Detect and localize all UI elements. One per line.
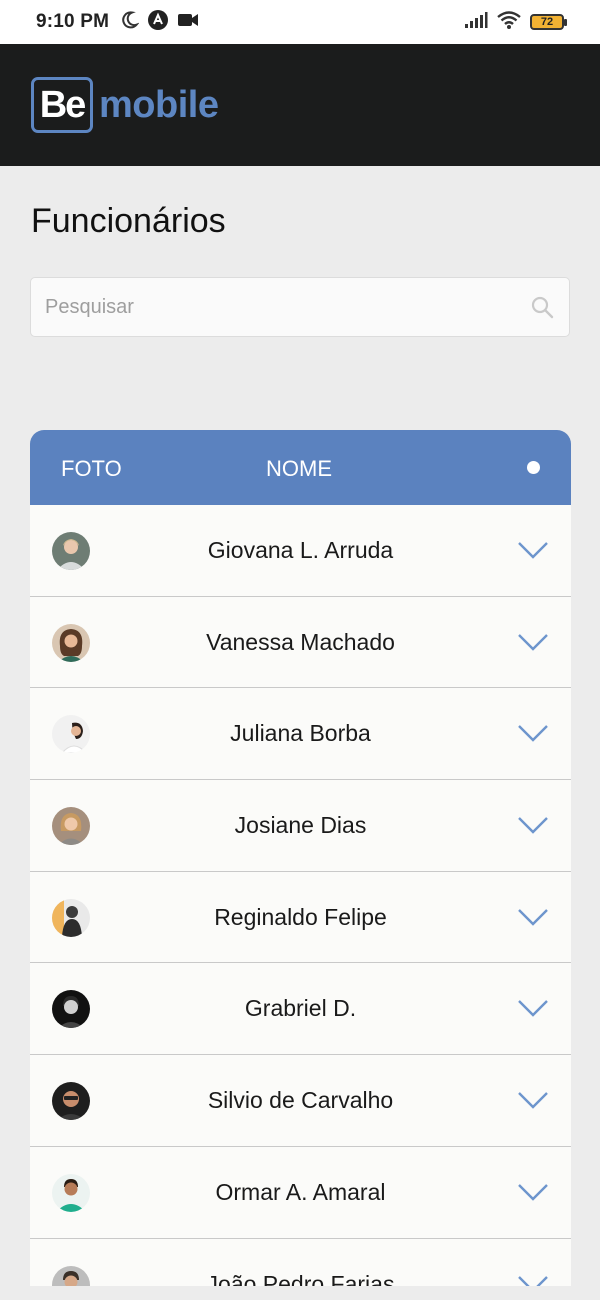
- employee-name: Juliana Borba: [230, 720, 371, 747]
- employees-table: FOTO NOME Giovana L. Arruda Vanessa Mach…: [30, 430, 571, 1286]
- employee-name: Giovana L. Arruda: [207, 537, 394, 563]
- employee-name: Reginaldo Felipe: [214, 903, 387, 930]
- battery-level: 72: [540, 16, 554, 28]
- logo-badge: Be: [31, 77, 93, 133]
- chevron-down-icon[interactable]: [517, 1182, 549, 1202]
- wifi-icon: [496, 10, 522, 35]
- battery-icon: 72: [530, 14, 567, 30]
- avatar: [52, 1173, 90, 1212]
- employee-name: Grabriel D.: [244, 995, 357, 1022]
- status-time: 9:10 PM: [36, 11, 110, 32]
- avatar: [52, 990, 90, 1029]
- chevron-down-icon[interactable]: [517, 723, 549, 743]
- employee-name: Josiane Dias: [234, 812, 367, 839]
- chevron-down-icon[interactable]: [517, 540, 549, 560]
- chevron-down-icon[interactable]: [517, 907, 549, 927]
- column-header-nome: NOME: [266, 456, 332, 481]
- search-box[interactable]: [30, 277, 570, 337]
- avatar: [52, 1265, 90, 1286]
- avatar: [52, 807, 90, 846]
- table-row[interactable]: Josiane Dias: [30, 780, 571, 872]
- column-header-foto: FOTO: [61, 456, 122, 481]
- page-title: Funcionários: [31, 202, 226, 240]
- employee-name: João Pedro Farias: [206, 1270, 395, 1287]
- status-bar: 9:10 PM 72: [0, 0, 600, 44]
- avatar: [52, 1082, 90, 1121]
- table-row[interactable]: Grabriel D.: [30, 963, 571, 1056]
- avatar: [52, 715, 90, 754]
- table-row[interactable]: Reginaldo Felipe: [30, 871, 571, 964]
- app-notification-icon: [147, 9, 169, 36]
- employee-name: Ormar A. Amaral: [215, 1178, 386, 1205]
- search-icon[interactable]: [529, 294, 555, 320]
- employee-name: Silvio de Carvalho: [207, 1087, 394, 1114]
- bemobile-logo: Be mobile: [31, 77, 219, 133]
- logo-word: mobile: [99, 83, 219, 126]
- chevron-down-icon[interactable]: [517, 815, 549, 835]
- moon-icon: [119, 10, 140, 35]
- video-camera-icon: [177, 12, 199, 33]
- table-row[interactable]: Vanessa Machado: [30, 596, 571, 689]
- table-row[interactable]: Silvio de Carvalho: [30, 1055, 571, 1147]
- chevron-down-icon[interactable]: [517, 1090, 549, 1110]
- avatar: [52, 532, 90, 570]
- header-dot-icon: [527, 461, 540, 474]
- avatar: [52, 623, 90, 662]
- table-header: FOTO NOME: [30, 430, 571, 505]
- employee-name: Vanessa Machado: [206, 628, 395, 655]
- table-row[interactable]: João Pedro Farias: [30, 1238, 571, 1287]
- app-header: Be mobile: [0, 44, 600, 166]
- chevron-down-icon[interactable]: [517, 1274, 549, 1287]
- chevron-down-icon[interactable]: [517, 632, 549, 652]
- logo-be-text: Be: [39, 83, 87, 126]
- chevron-down-icon[interactable]: [517, 998, 549, 1018]
- table-row[interactable]: Giovana L. Arruda: [30, 505, 571, 597]
- table-row[interactable]: Juliana Borba: [30, 688, 571, 781]
- signal-icon: [464, 11, 488, 34]
- search-input[interactable]: [45, 295, 529, 319]
- table-row[interactable]: Ormar A. Amaral: [30, 1146, 571, 1239]
- avatar: [52, 898, 90, 937]
